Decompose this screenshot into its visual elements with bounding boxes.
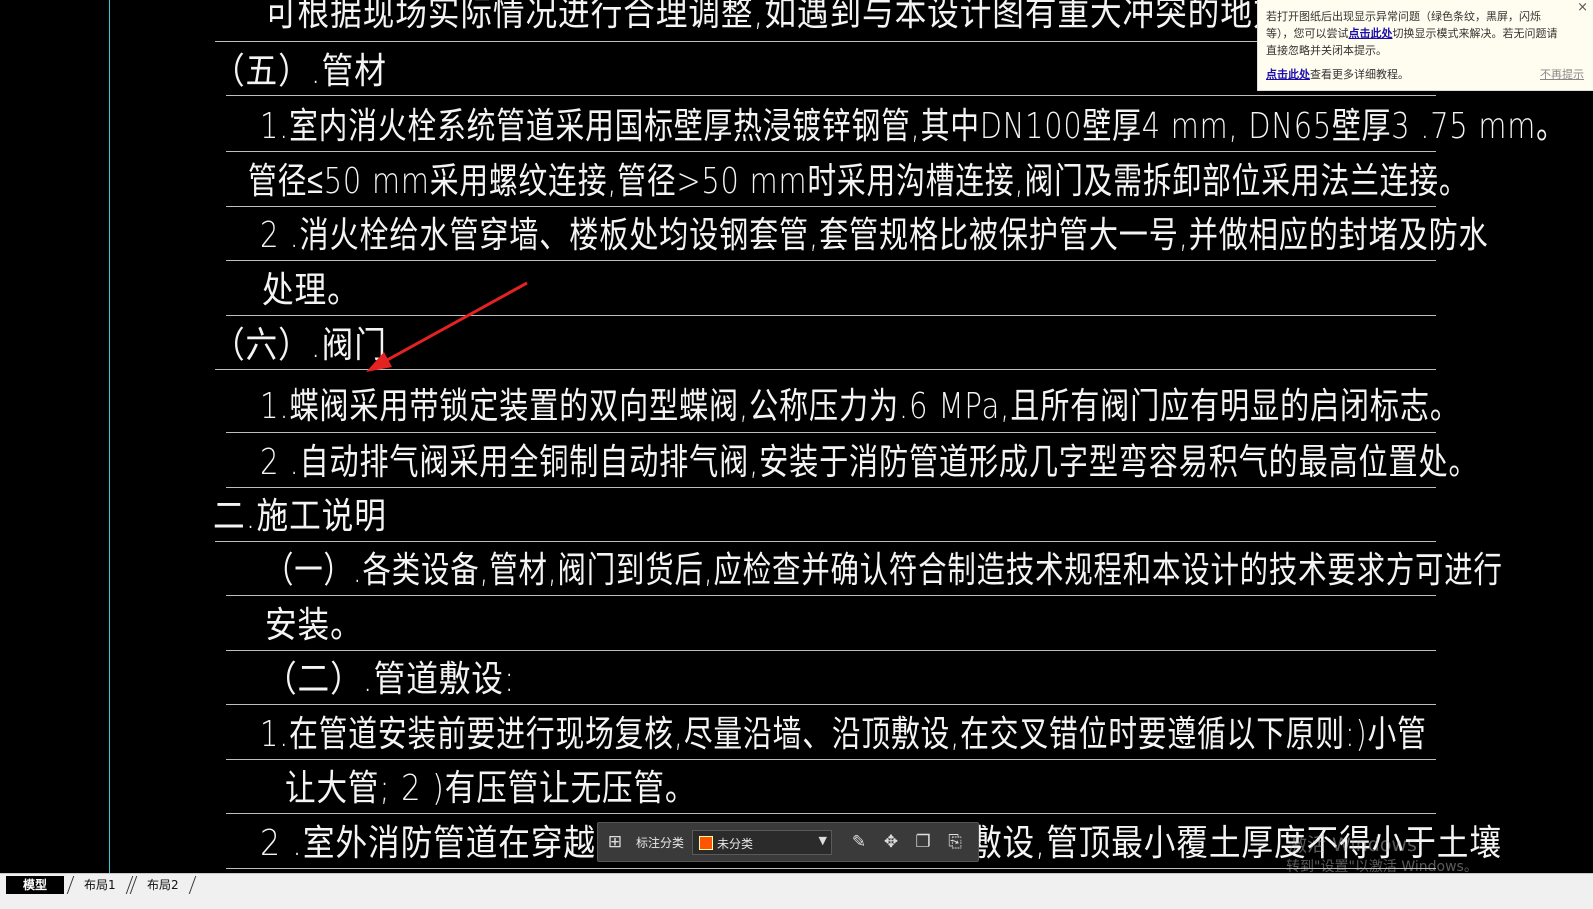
grid-icon[interactable]: ⊞ — [604, 831, 626, 853]
edit-icon[interactable]: ✎ — [848, 831, 870, 853]
dont-show-again-link[interactable]: 不再提示 — [1540, 66, 1584, 82]
notice-message: 若打开图纸后出现显示异常问题（绿色条纹，黑屏，闪烁等），您可以尝试点击此处切换显… — [1266, 8, 1566, 59]
notice-footer-text: 查看更多详细教程。 — [1310, 68, 1409, 81]
activation-watermark-title: 激活 Windows — [1288, 834, 1417, 856]
tab-model[interactable]: 模型 — [6, 876, 64, 894]
category-color-swatch — [699, 836, 713, 850]
display-notice-popup: × 若打开图纸后出现显示异常问题（绿色条纹，黑屏，闪烁等），您可以尝试点击此处切… — [1257, 0, 1593, 91]
paste-icon[interactable]: ⎘ — [944, 831, 966, 853]
annotation-toolbar: ⊞ 标注分类 未分类 ▼ ✎ ✥ ❐ ⎘ — [597, 822, 979, 862]
drawing-canvas[interactable]: 可根据现场实际情况进行合理调整,如遇到与本设计图有重大冲突的地方,应及 （五）.… — [0, 0, 1593, 890]
tab-label: 布局1 — [84, 878, 116, 892]
layout-tab-bar: 模型 布局1 布局2 — [0, 873, 1593, 909]
tab-layout1[interactable]: 布局1 — [66, 876, 134, 894]
chevron-down-icon: ▼ — [818, 834, 827, 847]
switch-display-mode-link[interactable]: 点击此处 — [1349, 27, 1393, 40]
close-icon[interactable]: × — [1577, 0, 1588, 15]
tutorial-link[interactable]: 点击此处 — [1266, 68, 1310, 81]
copy-icon[interactable]: ❐ — [912, 831, 934, 853]
annotation-category-value: 未分类 — [717, 837, 754, 851]
move-icon[interactable]: ✥ — [880, 831, 902, 853]
tab-layout2[interactable]: 布局2 — [129, 876, 197, 894]
annotation-category-label: 标注分类 — [636, 836, 685, 850]
notice-footer: 点击此处查看更多详细教程。 — [1266, 66, 1409, 82]
annotation-category-select[interactable]: 未分类 ▼ — [692, 830, 832, 855]
tab-label: 布局2 — [147, 878, 179, 892]
red-arrow-annotation — [366, 281, 528, 372]
